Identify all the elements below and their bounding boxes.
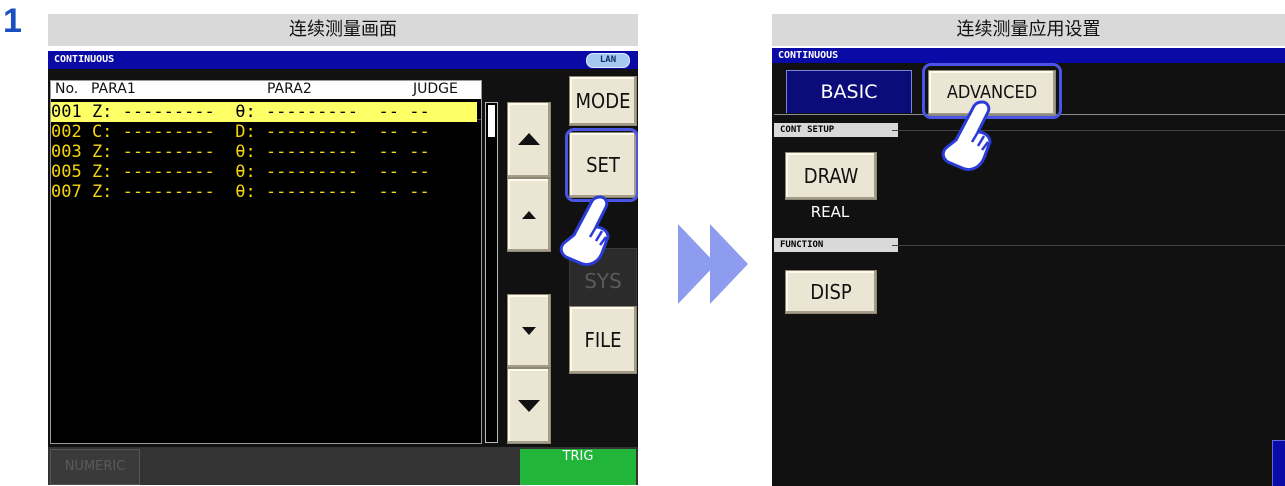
triangle-up-small-icon [522, 211, 536, 219]
section-function: FUNCTION [774, 238, 898, 252]
screen-title: CONTINUOUS [778, 50, 839, 61]
advanced-settings-screen: CONTINUOUS BASIC ADVANCED CONT SETUP DRA… [772, 48, 1285, 486]
numeric-button[interactable]: NUMERIC [50, 449, 140, 485]
partial-exit-button[interactable] [1272, 440, 1285, 486]
col-para2: PARA2 [267, 81, 312, 97]
disp-button[interactable]: DISP [785, 270, 877, 314]
title-bar: CONTINUOUS [772, 48, 1285, 63]
triangle-down-icon [518, 400, 540, 412]
draw-button[interactable]: DRAW [785, 152, 877, 200]
next-step-arrow-icon [678, 224, 748, 304]
table-row[interactable]: 007 Z: --------- θ: --------- -- -- [51, 182, 477, 202]
tab-basic[interactable]: BASIC [786, 70, 912, 113]
measurement-list[interactable]: No. PARA1 PARA2 JUDGE 001 Z: --------- θ… [50, 80, 482, 444]
col-judge: JUDGE [413, 81, 458, 97]
page-down-button[interactable] [507, 368, 551, 444]
section-divider [892, 245, 1285, 246]
title-bar: CONTINUOUS [48, 51, 638, 69]
mode-button[interactable]: MODE [569, 76, 637, 126]
list-rows: 001 Z: --------- θ: --------- -- -- 002 … [51, 102, 477, 202]
page-up-button[interactable] [507, 102, 551, 178]
left-caption: 连续测量画面 [48, 14, 638, 46]
scroll-down-button[interactable] [507, 294, 551, 368]
right-caption: 连续测量应用设置 [772, 14, 1285, 46]
hand-pointer-icon [941, 100, 992, 172]
screen-title: CONTINUOUS [54, 54, 115, 65]
hand-pointer-icon [559, 195, 610, 267]
triangle-down-small-icon [522, 327, 536, 335]
file-button[interactable]: FILE [569, 306, 637, 374]
triangle-up-icon [518, 133, 540, 145]
table-row[interactable]: 002 C: --------- D: --------- -- -- [51, 122, 477, 142]
continuous-screen: CONTINUOUS LAN No. PARA1 PARA2 JUDGE 001… [48, 51, 638, 485]
step-number: 1 [3, 2, 22, 40]
table-row[interactable]: 001 Z: --------- θ: --------- -- -- [51, 102, 477, 122]
section-cont-setup: CONT SETUP [774, 123, 898, 137]
set-highlight-frame [565, 128, 638, 202]
col-para1: PARA1 [91, 81, 136, 97]
list-scrollbar[interactable] [485, 102, 498, 443]
col-no: No. [55, 81, 79, 97]
table-row[interactable]: 005 Z: --------- θ: --------- -- -- [51, 162, 477, 182]
scroll-up-button[interactable] [507, 178, 551, 252]
lan-indicator: LAN [586, 53, 630, 68]
scrollbar-thumb[interactable] [488, 105, 495, 137]
list-header: No. PARA1 PARA2 JUDGE [51, 81, 481, 99]
table-row[interactable]: 003 Z: --------- θ: --------- -- -- [51, 142, 477, 162]
trig-button[interactable]: TRIG [520, 449, 636, 485]
draw-value: REAL [810, 203, 850, 221]
